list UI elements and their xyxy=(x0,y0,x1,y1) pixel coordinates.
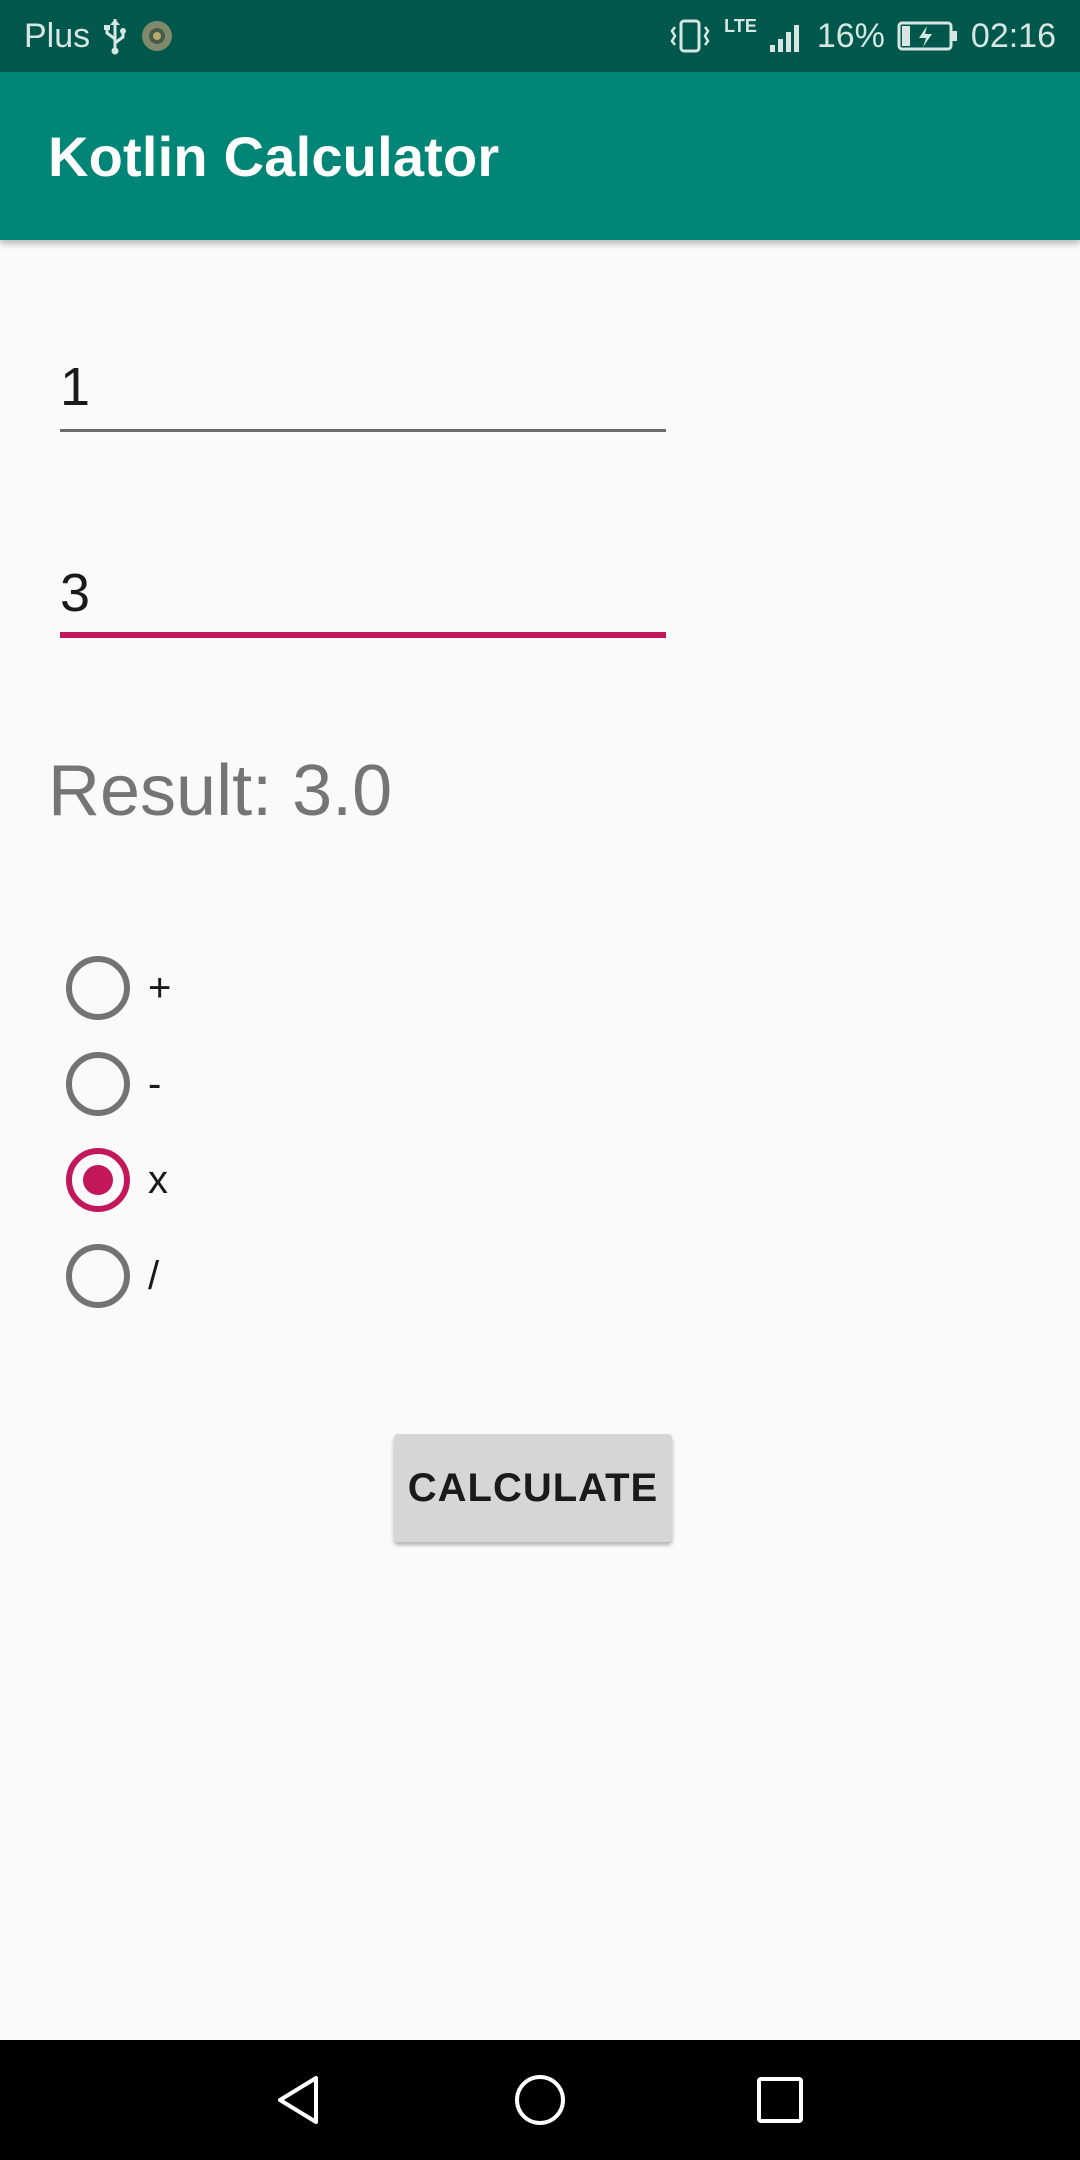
radio-label-add: + xyxy=(148,965,172,1010)
radio-option-divide[interactable]: / xyxy=(66,1228,171,1324)
carrier-label: Plus xyxy=(24,16,91,55)
calculate-button[interactable]: CALCULATE xyxy=(394,1434,672,1542)
second-number-value: 3 xyxy=(60,563,91,623)
home-icon[interactable] xyxy=(500,2060,580,2140)
radio-option-multiply[interactable]: x xyxy=(66,1132,171,1228)
radio-label-divide: / xyxy=(148,1253,160,1298)
status-bar: Plus LTE 16% 02:16 xyxy=(0,0,1080,72)
signal-icon xyxy=(769,19,805,53)
lte-label: LTE xyxy=(724,16,757,36)
first-number-value: 1 xyxy=(60,357,91,417)
radio-option-add[interactable]: + xyxy=(66,940,171,1036)
radio-button-subtract[interactable] xyxy=(66,1052,130,1116)
operation-radio-group: + - x / xyxy=(66,940,171,1324)
radio-option-subtract[interactable]: - xyxy=(66,1036,171,1132)
vibrate-icon xyxy=(668,18,712,54)
status-bar-left: Plus xyxy=(24,0,174,72)
navigation-bar xyxy=(0,2040,1080,2160)
second-number-input[interactable]: 3 xyxy=(60,538,666,638)
usb-icon xyxy=(102,17,128,55)
result-text: Result: 3.0 xyxy=(48,751,393,831)
first-number-underline xyxy=(60,429,666,432)
status-bar-right: LTE 16% 02:16 xyxy=(668,0,1056,72)
app-notification-icon xyxy=(140,19,174,53)
radio-button-divide[interactable] xyxy=(66,1244,130,1308)
recent-apps-icon[interactable] xyxy=(740,2060,820,2140)
battery-charging-icon xyxy=(897,20,959,52)
radio-button-add[interactable] xyxy=(66,956,130,1020)
radio-label-subtract: - xyxy=(148,1061,162,1106)
radio-button-multiply[interactable] xyxy=(66,1148,130,1212)
back-icon[interactable] xyxy=(260,2060,340,2140)
radio-label-multiply: x xyxy=(148,1157,168,1202)
app-bar: Kotlin Calculator xyxy=(0,72,1080,240)
second-number-underline xyxy=(60,632,666,638)
first-number-input[interactable]: 1 xyxy=(60,332,666,432)
app-title: Kotlin Calculator xyxy=(48,125,500,188)
battery-percent: 16% xyxy=(816,16,885,55)
clock: 02:16 xyxy=(970,16,1056,55)
